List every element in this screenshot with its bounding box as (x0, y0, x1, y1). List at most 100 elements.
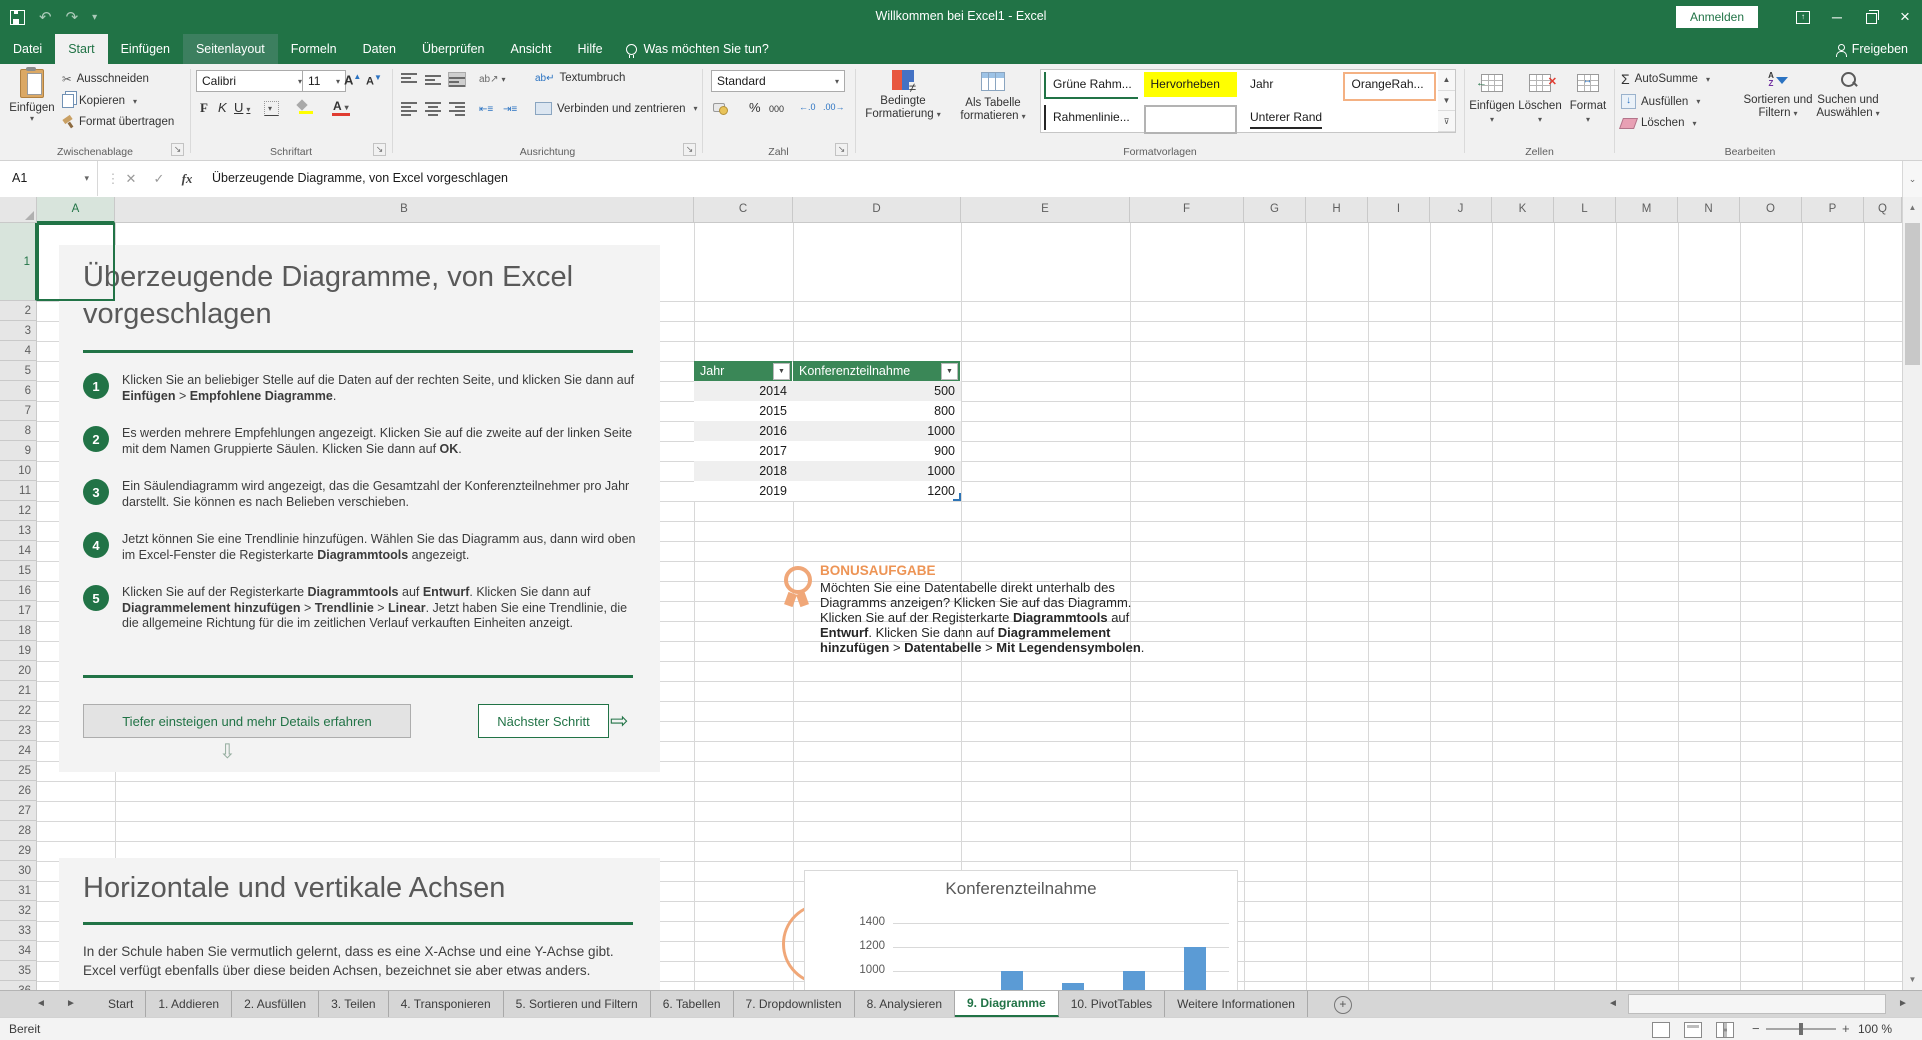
cell-style-item[interactable]: Jahr (1243, 72, 1337, 97)
page-layout-view-icon[interactable] (1684, 1022, 1702, 1038)
font-color-icon[interactable]: A (332, 101, 350, 116)
column-header-A[interactable]: A (37, 197, 115, 223)
table-header-jahr[interactable]: Jahr▼ (694, 361, 792, 381)
increase-indent-icon[interactable]: ⇥≡ (503, 104, 517, 115)
horizontal-scroll-thumb[interactable] (1628, 994, 1886, 1014)
restore-button[interactable] (1854, 0, 1888, 34)
minimize-button[interactable]: ─ (1820, 0, 1854, 34)
ribbon-tab-datei[interactable]: Datei (0, 34, 55, 64)
close-button[interactable]: × (1888, 0, 1922, 34)
ribbon-tab-formeln[interactable]: Formeln (278, 34, 350, 64)
row-header-33[interactable]: 33 (0, 921, 37, 941)
orientation-icon[interactable]: ab↗ (479, 74, 506, 85)
name-box[interactable]: A1 ▾ (0, 161, 98, 196)
page-break-view-icon[interactable] (1716, 1022, 1734, 1038)
column-header-G[interactable]: G (1244, 197, 1306, 223)
column-chart[interactable]: Konferenzteilnahme 140012001000 (804, 870, 1238, 990)
column-header-C[interactable]: C (694, 197, 793, 223)
sheet-tab-2-ausf-llen[interactable]: 2. Ausfüllen (232, 991, 319, 1017)
decrease-indent-icon[interactable]: ⇤≡ (479, 104, 493, 115)
borders-icon[interactable] (264, 101, 279, 116)
sheet-nav-right-icon[interactable]: ► (58, 991, 84, 1017)
find-select-button[interactable]: Suchen und Auswählen (1813, 72, 1883, 120)
column-header-B[interactable]: B (115, 197, 694, 223)
row-header-28[interactable]: 28 (0, 821, 37, 841)
number-format-combo[interactable]: Standard▾ (711, 70, 845, 92)
row-header-19[interactable]: 19 (0, 641, 37, 661)
sheet-tab-10-pivottables[interactable]: 10. PivotTables (1059, 991, 1165, 1017)
increase-font-icon[interactable]: A▲ (344, 72, 361, 87)
row-header-13[interactable]: 13 (0, 521, 37, 541)
hscroll-left-arrow[interactable]: ◄ (1600, 991, 1626, 1017)
cancel-icon[interactable]: ✕ (118, 161, 144, 196)
row-header-26[interactable]: 26 (0, 781, 37, 801)
sheet-tab-3-teilen[interactable]: 3. Teilen (319, 991, 388, 1017)
cell-style-item[interactable]: Hervorheben (1144, 72, 1238, 97)
row-header-8[interactable]: 8 (0, 421, 37, 441)
row-header-24[interactable]: 24 (0, 741, 37, 761)
vertical-scroll-thumb[interactable] (1905, 223, 1920, 365)
row-header-16[interactable]: 16 (0, 581, 37, 601)
ribbon-tab-daten[interactable]: Daten (350, 34, 409, 64)
column-header-M[interactable]: M (1616, 197, 1678, 223)
row-header-6[interactable]: 6 (0, 381, 37, 401)
ribbon-tab-seitenlayout[interactable]: Seitenlayout (183, 34, 278, 64)
zoom-level-label[interactable]: 100 % (1858, 1018, 1892, 1040)
paste-button[interactable]: Einfügen ▾ (8, 69, 56, 123)
redo-icon[interactable]: ↷ (66, 8, 79, 26)
column-header-K[interactable]: K (1492, 197, 1554, 223)
number-dialog-launcher[interactable]: ↘ (835, 143, 848, 156)
column-header-P[interactable]: P (1802, 197, 1864, 223)
delete-cells-button[interactable]: ✕ Löschen ▾ (1517, 74, 1563, 126)
row-header-25[interactable]: 25 (0, 761, 37, 781)
decrease-decimal-icon[interactable]: .00→ (823, 102, 845, 112)
ribbon-display-options-button[interactable]: ↑ (1786, 0, 1820, 34)
row-header-35[interactable]: 35 (0, 961, 37, 981)
percent-style-button[interactable]: % (749, 100, 761, 115)
sign-in-button[interactable]: Anmelden (1676, 6, 1758, 28)
format-painter-button[interactable]: Format übertragen (62, 116, 174, 128)
share-button[interactable]: Freigeben (1836, 34, 1908, 64)
row-header-14[interactable]: 14 (0, 541, 37, 561)
ribbon-tab-einf-gen[interactable]: Einfügen (108, 34, 183, 64)
zoom-slider[interactable] (1766, 1028, 1836, 1030)
font-dialog-launcher[interactable]: ↘ (373, 143, 386, 156)
gallery-more[interactable]: ⊽ (1438, 111, 1455, 132)
zoom-slider-thumb[interactable] (1799, 1023, 1803, 1035)
row-header-34[interactable]: 34 (0, 941, 37, 961)
align-right-icon[interactable] (449, 102, 465, 115)
cell-style-item[interactable]: OrangeRah... (1343, 72, 1437, 101)
sheet-tab-9-diagramme[interactable]: 9. Diagramme (955, 991, 1059, 1017)
conditional-formatting-button[interactable]: Bedingte Formatierung (860, 70, 946, 121)
sheet-tab-8-analysieren[interactable]: 8. Analysieren (855, 991, 955, 1017)
filter-dropdown-icon[interactable]: ▼ (773, 363, 790, 380)
formula-input[interactable]: Überzeugende Diagramme, von Excel vorges… (212, 161, 508, 196)
cut-button[interactable]: ✂ Ausschneiden (62, 72, 149, 86)
undo-icon[interactable]: ↶ (39, 8, 52, 26)
row-header-15[interactable]: 15 (0, 561, 37, 581)
column-header-I[interactable]: I (1368, 197, 1430, 223)
filter-dropdown-icon[interactable]: ▼ (941, 363, 958, 380)
row-header-36[interactable]: 36 (0, 981, 37, 990)
cell-style-item[interactable]: Unterer Rand (1243, 105, 1337, 130)
scroll-up-arrow[interactable]: ▲ (1903, 197, 1922, 217)
zoom-in-icon[interactable]: + (1842, 1018, 1850, 1040)
column-header-J[interactable]: J (1430, 197, 1492, 223)
insert-cells-button[interactable]: ← Einfügen ▾ (1469, 74, 1515, 126)
sheet-nav-left-icon[interactable]: ◄ (28, 991, 54, 1017)
ribbon-tab-start[interactable]: Start (55, 34, 107, 64)
sheet-tab-5-sortieren-und-filtern[interactable]: 5. Sortieren und Filtern (504, 991, 651, 1017)
clipboard-dialog-launcher[interactable]: ↘ (171, 143, 184, 156)
merge-center-button[interactable]: Verbinden und zentrieren (535, 102, 698, 115)
row-header-5[interactable]: 5 (0, 361, 37, 381)
align-bottom-icon[interactable] (449, 73, 465, 86)
column-header-L[interactable]: L (1554, 197, 1616, 223)
ribbon-tab--berpr-fen[interactable]: Überprüfen (409, 34, 498, 64)
alignment-dialog-launcher[interactable]: ↘ (683, 143, 696, 156)
autosum-button[interactable]: Σ AutoSumme (1621, 71, 1710, 87)
row-header-23[interactable]: 23 (0, 721, 37, 741)
vertical-scrollbar[interactable]: ▲ ▼ (1902, 197, 1922, 990)
select-all-corner[interactable] (0, 197, 37, 223)
tell-me-box[interactable]: Was möchten Sie tun? (626, 34, 769, 64)
column-header-F[interactable]: F (1130, 197, 1244, 223)
